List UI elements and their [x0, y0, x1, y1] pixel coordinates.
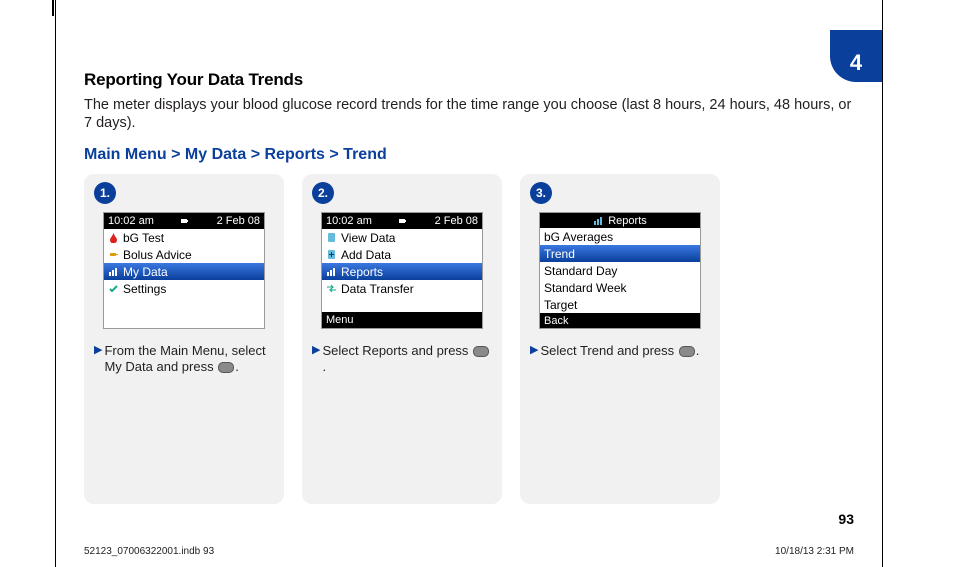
menu-item-bg-averages[interactable]: bG Averages — [540, 228, 700, 245]
check-icon — [108, 283, 119, 294]
status-icons — [372, 217, 435, 225]
step-card-2: 2. 10:02 am 2 Feb 08 View Data — [302, 174, 502, 504]
chart-icon — [108, 266, 119, 277]
menu-item-view-data[interactable]: View Data — [322, 229, 482, 246]
status-time: 10:02 am — [326, 215, 372, 227]
footer-timestamp: 10/18/13 2:31 PM — [775, 546, 854, 557]
softkey-bar[interactable]: Menu — [322, 312, 482, 328]
chart-icon — [326, 266, 337, 277]
menu-list: bG Averages Trend Standard Day Standard … — [540, 228, 700, 313]
step-badge: 1. — [94, 182, 116, 204]
transfer-icon — [326, 283, 337, 294]
breadcrumb: Main Menu > My Data > Reports > Trend — [84, 146, 854, 164]
crop-mark — [52, 0, 54, 16]
menu-item-bg-test[interactable]: bG Test — [104, 229, 264, 246]
menu-item-reports[interactable]: Reports — [322, 263, 482, 280]
button-icon — [473, 346, 489, 357]
menu-item-label: Settings — [123, 282, 166, 296]
step-card-1: 1. 10:02 am 2 Feb 08 bG Test — [84, 174, 284, 504]
battery-icon — [399, 217, 407, 225]
page: 4 Reporting Your Data Trends The meter d… — [55, 0, 883, 567]
status-date: 2 Feb 08 — [435, 215, 478, 227]
status-icons — [154, 217, 217, 225]
menu-item-my-data[interactable]: My Data — [104, 263, 264, 280]
screen-title: Reports — [608, 215, 647, 227]
softkey-label: Menu — [326, 314, 354, 326]
menu-item-label: Data Transfer — [341, 282, 414, 296]
menu-item-label: My Data — [123, 265, 168, 279]
caption-text-after: . — [322, 359, 326, 374]
status-bar: 10:02 am 2 Feb 08 — [322, 213, 482, 229]
menu-item-label: Trend — [544, 247, 575, 261]
footer-filename: 52123_07006322001.indb 93 — [84, 546, 214, 557]
chart-icon — [593, 215, 604, 226]
caption-text-after: . — [235, 359, 239, 374]
menu-list: bG Test Bolus Advice My Data Settings — [104, 229, 264, 297]
menu-item-label: Standard Week — [544, 281, 627, 295]
menu-item-data-transfer[interactable]: Data Transfer — [322, 280, 482, 297]
bullet-icon: ▶ — [530, 343, 538, 359]
step-card-3: 3. Reports bG Averages Trend — [520, 174, 720, 504]
page-icon — [326, 232, 337, 243]
menu-item-label: Reports — [341, 265, 383, 279]
menu-item-label: View Data — [341, 231, 395, 245]
screen-filler — [104, 297, 264, 328]
drop-icon — [108, 232, 119, 243]
caption-text: Select Reports and press — [322, 343, 472, 358]
step-badge: 3. — [530, 182, 552, 204]
menu-item-bolus-advice[interactable]: Bolus Advice — [104, 246, 264, 263]
status-date: 2 Feb 08 — [217, 215, 260, 227]
menu-item-standard-day[interactable]: Standard Day — [540, 262, 700, 279]
caption-text: Select Trend and press — [540, 343, 677, 358]
device-screen-reports: Reports bG Averages Trend Standard Day S… — [539, 212, 701, 329]
title-bar: Reports — [540, 213, 700, 228]
softkey-label: Back — [544, 315, 568, 327]
menu-item-settings[interactable]: Settings — [104, 280, 264, 297]
steps-row: 1. 10:02 am 2 Feb 08 bG Test — [84, 174, 854, 504]
chapter-tab: 4 — [830, 30, 882, 82]
button-icon — [218, 362, 234, 373]
screen-filler — [322, 297, 482, 312]
status-bar: 10:02 am 2 Feb 08 — [104, 213, 264, 229]
menu-item-target[interactable]: Target — [540, 296, 700, 313]
device-screen-my-data: 10:02 am 2 Feb 08 View Data — [321, 212, 483, 329]
bullet-icon: ▶ — [312, 343, 320, 374]
page-number: 93 — [838, 511, 854, 527]
step-caption: ▶ Select Trend and press . — [530, 343, 710, 359]
syringe-icon — [108, 249, 119, 260]
menu-item-label: Standard Day — [544, 264, 617, 278]
device-screen-main-menu: 10:02 am 2 Feb 08 bG Test — [103, 212, 265, 329]
menu-item-label: Add Data — [341, 248, 391, 262]
button-icon — [679, 346, 695, 357]
caption-text-after: . — [696, 343, 700, 358]
step-badge: 2. — [312, 182, 334, 204]
caption-text: From the Main Menu, select My Data and p… — [104, 343, 265, 374]
menu-item-add-data[interactable]: Add Data — [322, 246, 482, 263]
menu-item-trend[interactable]: Trend — [540, 245, 700, 262]
step-caption: ▶ From the Main Menu, select My Data and… — [94, 343, 274, 374]
section-title: Reporting Your Data Trends — [84, 70, 854, 90]
menu-item-label: Target — [544, 298, 577, 312]
menu-item-label: Bolus Advice — [123, 248, 192, 262]
battery-icon — [181, 217, 189, 225]
menu-item-standard-week[interactable]: Standard Week — [540, 279, 700, 296]
menu-item-label: bG Averages — [544, 230, 613, 244]
menu-list: View Data Add Data Reports Data Transfer — [322, 229, 482, 297]
status-time: 10:02 am — [108, 215, 154, 227]
plus-icon — [326, 249, 337, 260]
softkey-bar[interactable]: Back — [540, 313, 700, 328]
step-caption: ▶ Select Reports and press . — [312, 343, 492, 374]
menu-item-label: bG Test — [123, 231, 164, 245]
bullet-icon: ▶ — [94, 343, 102, 374]
intro-text: The meter displays your blood glucose re… — [84, 96, 854, 132]
